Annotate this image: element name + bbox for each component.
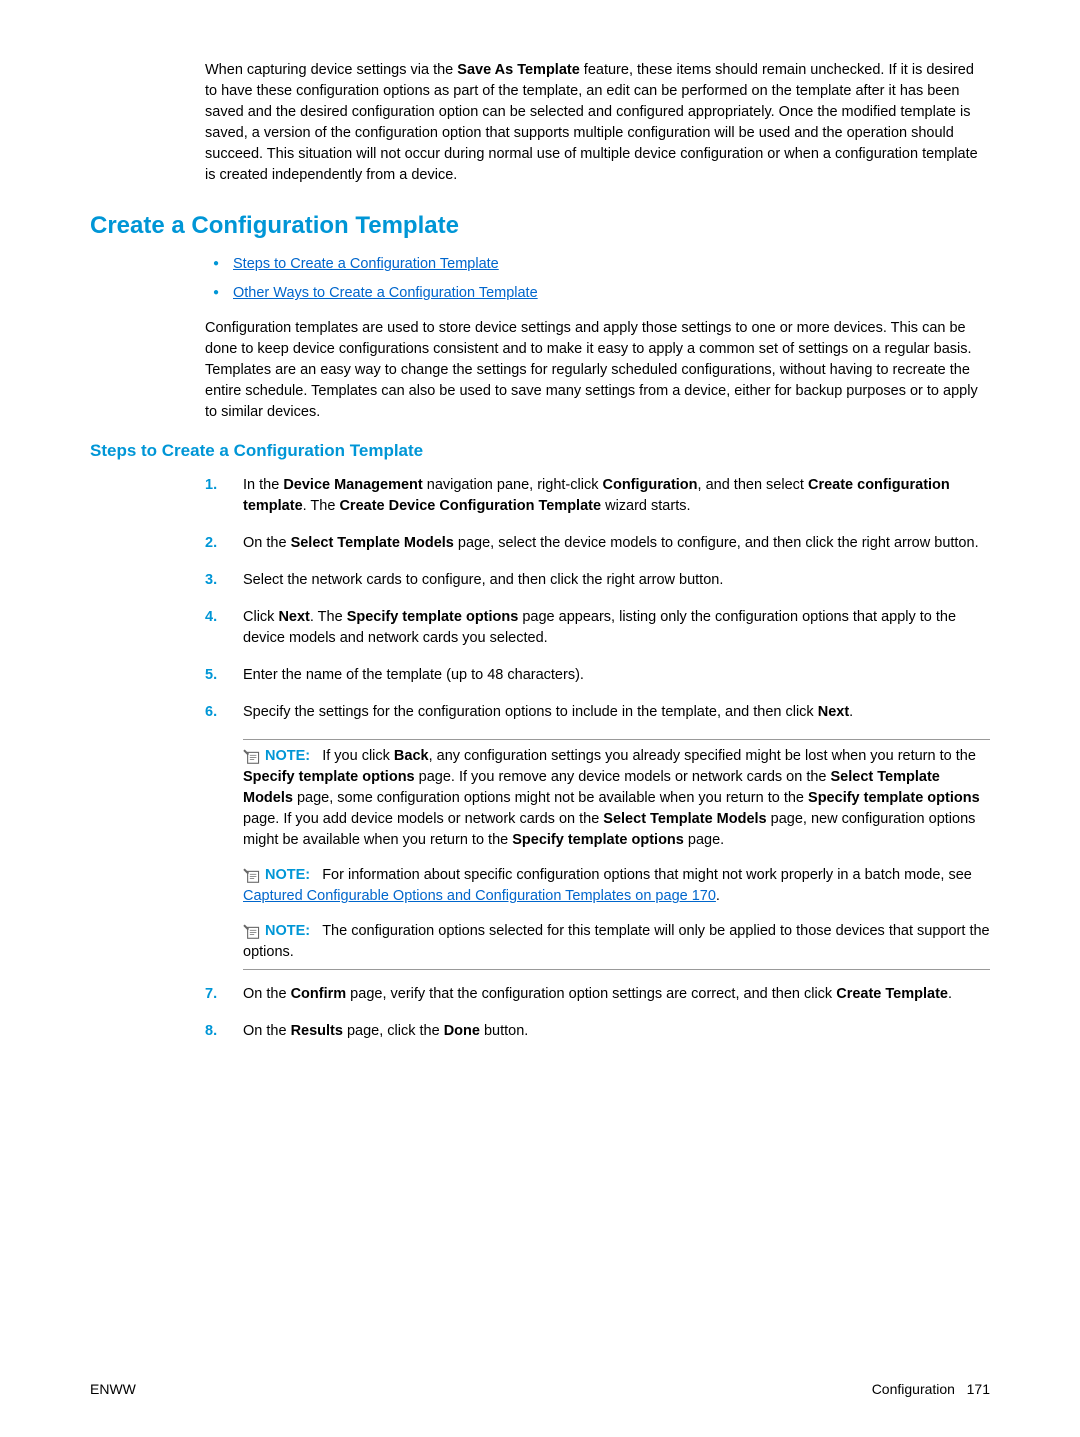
note-2: NOTE: For information about specific con… <box>243 865 990 907</box>
step-8: 8. On the Results page, click the Done b… <box>205 1021 990 1042</box>
toc-item: Other Ways to Create a Configuration Tem… <box>205 283 990 304</box>
step-number: 6. <box>205 702 217 723</box>
footer-left: ENWW <box>90 1381 136 1397</box>
step-number: 7. <box>205 984 217 1005</box>
note-icon <box>243 867 261 883</box>
step-4: 4. Click Next. The Specify template opti… <box>205 607 990 649</box>
note-label: NOTE: <box>265 867 310 883</box>
step-2: 2. On the Select Template Models page, s… <box>205 533 990 554</box>
link-steps-create[interactable]: Steps to Create a Configuration Template <box>233 256 499 272</box>
note-icon <box>243 923 261 939</box>
step-6: 6. Specify the settings for the configur… <box>205 702 990 723</box>
link-captured-options[interactable]: Captured Configurable Options and Config… <box>243 888 716 904</box>
step-number: 4. <box>205 607 217 628</box>
intro-bold: Save As Template <box>457 62 580 78</box>
step-3: 3. Select the network cards to configure… <box>205 570 990 591</box>
step-number: 3. <box>205 570 217 591</box>
link-other-ways[interactable]: Other Ways to Create a Configuration Tem… <box>233 285 538 301</box>
note-3: NOTE: The configuration options selected… <box>243 921 990 970</box>
step-number: 5. <box>205 665 217 686</box>
note-label: NOTE: <box>265 923 310 939</box>
step-7: 7. On the Confirm page, verify that the … <box>205 984 990 1005</box>
config-description: Configuration templates are used to stor… <box>205 318 990 423</box>
toc-item: Steps to Create a Configuration Template <box>205 254 990 275</box>
steps-list-continued: 7. On the Confirm page, verify that the … <box>205 984 990 1042</box>
heading-create-config-template: Create a Configuration Template <box>90 212 990 240</box>
step-1: 1. In the Device Management navigation p… <box>205 475 990 517</box>
note-label: NOTE: <box>265 748 310 764</box>
note-1: NOTE: If you click Back, any configurati… <box>243 739 990 851</box>
heading-steps-create: Steps to Create a Configuration Template <box>90 441 990 461</box>
note-icon <box>243 748 261 764</box>
step-5: 5. Enter the name of the template (up to… <box>205 665 990 686</box>
intro-text-2: feature, these items should remain unche… <box>205 62 978 183</box>
step-number: 1. <box>205 475 217 496</box>
intro-text: When capturing device settings via the <box>205 62 457 78</box>
step-number: 2. <box>205 533 217 554</box>
toc-bullet-list: Steps to Create a Configuration Template… <box>205 254 990 304</box>
steps-list: 1. In the Device Management navigation p… <box>205 475 990 723</box>
page-footer: ENWW Configuration 171 <box>90 1381 990 1397</box>
step-number: 8. <box>205 1021 217 1042</box>
footer-right: Configuration 171 <box>872 1381 990 1397</box>
intro-paragraph: When capturing device settings via the S… <box>205 60 990 186</box>
